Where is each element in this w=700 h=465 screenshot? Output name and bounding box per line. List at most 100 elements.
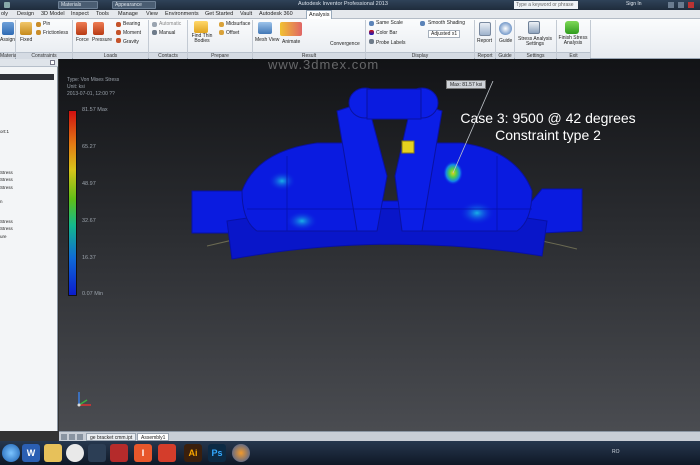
find-thin-bodies-button[interactable]: Find Thin Bodies: [189, 34, 215, 44]
start-icon[interactable]: [2, 444, 20, 462]
tree-item[interactable]: Stress: [0, 170, 13, 175]
tree-item[interactable]: ort:1: [0, 129, 9, 134]
smooth-shading-dropdown[interactable]: Smooth Shading: [428, 20, 465, 26]
maximize-icon[interactable]: [678, 2, 684, 8]
probe-labels-button[interactable]: Probe Labels: [376, 40, 405, 46]
offset-button[interactable]: Offset: [226, 30, 239, 36]
fixed-button[interactable]: Fixed: [20, 37, 32, 43]
moment-button[interactable]: Moment: [123, 30, 141, 36]
appearance-dropdown[interactable]: Appearance: [112, 1, 156, 9]
media-icon[interactable]: [88, 444, 106, 462]
pressure-button[interactable]: Pressure: [92, 37, 112, 43]
color-bar-button[interactable]: Color Bar: [376, 30, 397, 36]
finish-stress-analysis-button[interactable]: Finish Stress Analysis: [556, 36, 590, 46]
convergence-button[interactable]: Convergence: [330, 41, 360, 47]
tab-inspect[interactable]: Inspect: [71, 11, 89, 17]
tab-oly[interactable]: oly: [1, 11, 8, 17]
manual-button[interactable]: Manual: [159, 30, 175, 36]
mesh-view-icon[interactable]: [258, 22, 272, 34]
report-button[interactable]: Report: [477, 38, 492, 44]
chrome-icon[interactable]: [66, 444, 84, 462]
tab-get-started[interactable]: Get Started: [205, 11, 233, 17]
quick-access-icon[interactable]: [4, 2, 10, 8]
tree-item[interactable]: Stress: [0, 185, 13, 190]
fixed-constraint-icon[interactable]: [20, 22, 32, 35]
firefox-icon[interactable]: [232, 444, 250, 462]
tree-item[interactable]: ure: [0, 234, 7, 239]
tab-nav-left-icon[interactable]: [61, 434, 67, 440]
animate-icon[interactable]: [280, 22, 302, 36]
pin-button[interactable]: Pin: [43, 21, 50, 27]
minimize-icon[interactable]: [668, 2, 674, 8]
force-button[interactable]: Force: [76, 37, 89, 43]
search-input[interactable]: Type a keyword or phrase: [514, 1, 578, 9]
report-icon[interactable]: [479, 22, 491, 36]
automatic-icon[interactable]: [152, 22, 157, 27]
midsurface-icon[interactable]: [219, 22, 224, 27]
automatic-button[interactable]: Automatic: [159, 21, 181, 27]
system-tray[interactable]: RO: [612, 449, 620, 455]
tab-design[interactable]: Design: [17, 11, 34, 17]
doc-tab-bracket[interactable]: ge bracket cmm.ipt: [86, 433, 137, 441]
app-icon[interactable]: [158, 444, 176, 462]
max-probe-label[interactable]: Max: 81.57 ksi: [446, 80, 487, 89]
force-icon[interactable]: [76, 22, 87, 35]
close-icon[interactable]: [688, 2, 694, 8]
inventor-icon[interactable]: I: [134, 444, 152, 462]
manual-icon[interactable]: [152, 30, 157, 35]
legend-date: 2013-07-01, 12:00 ??: [67, 91, 115, 97]
mesh-view-button[interactable]: Mesh View: [255, 37, 279, 43]
tab-manage[interactable]: Manage: [118, 11, 138, 17]
stress-settings-icon[interactable]: [528, 21, 540, 34]
gravity-icon[interactable]: [116, 38, 121, 43]
tree-item[interactable]: Stress: [0, 219, 13, 224]
assign-button[interactable]: Assign: [0, 37, 15, 43]
tree-item[interactable]: n: [0, 199, 3, 204]
tree-item[interactable]: Stress: [0, 226, 13, 231]
same-scale-icon[interactable]: [369, 21, 374, 26]
tab-vault[interactable]: Vault: [240, 11, 252, 17]
graphics-viewport[interactable]: www.3dmex.com Type: Von Mises Stress Uni…: [59, 57, 700, 431]
tab-nav-menu-icon[interactable]: [69, 434, 75, 440]
photoshop-icon[interactable]: Ps: [208, 444, 226, 462]
guide-button[interactable]: Guide: [499, 38, 512, 44]
pressure-icon[interactable]: [93, 22, 104, 35]
bearing-button[interactable]: Bearing: [123, 21, 140, 27]
guide-icon[interactable]: [499, 22, 512, 35]
tab-analysis[interactable]: Analysis: [306, 10, 333, 19]
animate-button[interactable]: Animate: [282, 39, 300, 45]
gravity-button[interactable]: Gravity: [123, 39, 139, 45]
tab-environments[interactable]: Environments: [165, 11, 199, 17]
frictionless-icon[interactable]: [36, 30, 41, 35]
smooth-shading-icon[interactable]: [420, 21, 425, 26]
file-explorer-icon[interactable]: [44, 444, 62, 462]
tree-item[interactable]: Stress: [0, 177, 13, 182]
tab-tools[interactable]: Tools: [96, 11, 109, 17]
midsurface-button[interactable]: Midsurface: [226, 21, 250, 27]
assign-material-icon[interactable]: [2, 22, 14, 35]
tab-autodesk-360[interactable]: Autodesk 360: [259, 11, 293, 17]
tab-view[interactable]: View: [146, 11, 158, 17]
same-scale-button[interactable]: Same Scale: [376, 20, 403, 26]
adjusted-dropdown[interactable]: Adjusted x1: [428, 30, 461, 38]
offset-icon[interactable]: [219, 30, 224, 35]
illustrator-icon[interactable]: Ai: [184, 444, 202, 462]
probe-labels-icon[interactable]: [369, 39, 374, 44]
moment-icon[interactable]: [116, 30, 121, 35]
doc-tab-assembly[interactable]: Assembly1: [137, 433, 170, 441]
bearing-icon[interactable]: [116, 22, 121, 27]
caption-line-1: Case 3: 9500 @ 42 degrees: [460, 110, 636, 126]
frictionless-button[interactable]: Frictionless: [43, 30, 68, 36]
word-icon[interactable]: W: [22, 444, 40, 462]
pin-icon[interactable]: [36, 22, 41, 27]
find-thin-bodies-icon[interactable]: [194, 21, 208, 33]
browser-close-icon[interactable]: [50, 60, 55, 65]
color-bar-icon[interactable]: [369, 30, 374, 35]
material-dropdown[interactable]: Materials: [58, 1, 98, 9]
tab-nav-right-icon[interactable]: [77, 434, 83, 440]
sign-in-link[interactable]: Sign In: [626, 1, 642, 7]
paint-icon[interactable]: [110, 444, 128, 462]
checkmark-icon[interactable]: [565, 21, 579, 34]
tab-3d-model[interactable]: 3D Model: [41, 11, 65, 17]
stress-analysis-settings-button[interactable]: Stress Analysis Settings: [516, 37, 554, 47]
